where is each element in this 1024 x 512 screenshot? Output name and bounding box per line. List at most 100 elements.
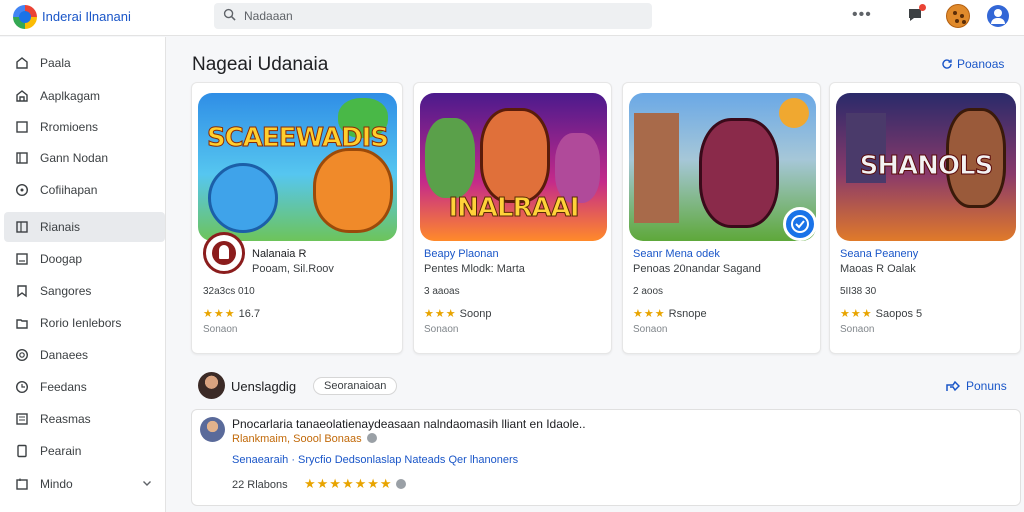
- sidebar-item-cofiihapan[interactable]: Cofiihapan: [4, 175, 165, 205]
- sidebar-item-label: Paala: [40, 56, 71, 70]
- game-card[interactable]: SCAEEWADIS Nalanaia R Pooam, Sil.Roov 32…: [191, 82, 403, 354]
- reviews-link[interactable]: Ponuns: [946, 379, 1007, 393]
- sidebar-item-label: Gann Nodan: [40, 151, 109, 165]
- sidebar-item-rianais[interactable]: Rianais: [4, 212, 165, 242]
- send-icon: [946, 380, 961, 392]
- app-logo[interactable]: [13, 5, 37, 29]
- refresh-icon: [942, 59, 952, 69]
- card-footer: Sonaon: [633, 324, 668, 335]
- see-more-link[interactable]: Poanoas: [941, 57, 1004, 71]
- game-card[interactable]: SHANOLS Seana Peaneny Maoas R Oalak 5II3…: [829, 82, 1021, 354]
- card-rating: ★★★ Saopos 5: [840, 307, 922, 320]
- card-meta: 32a3cs 010: [203, 286, 255, 297]
- sidebar-item-sangores[interactable]: Sangores: [4, 276, 165, 306]
- game-art: SCAEEWADIS: [198, 93, 397, 241]
- star-rating: ★★★: [203, 308, 236, 320]
- list-icon: [16, 413, 28, 425]
- more-dots-icon[interactable]: •••: [852, 6, 872, 24]
- card-title: Seanr Mena odek: [633, 248, 720, 260]
- review-author[interactable]: Rlankmaim, Soool Bonaas: [232, 432, 378, 445]
- game-title-art: SCAEEWADIS: [206, 123, 389, 154]
- review-author-name: Rlankmaim, Soool Bonaas: [232, 433, 362, 445]
- tablet-icon: [16, 253, 28, 265]
- star-rating: ★★★: [424, 308, 457, 320]
- clock-icon: [15, 380, 29, 394]
- card-footer: Sonaon: [424, 324, 459, 335]
- game-card[interactable]: INALRAAI Beapy Plaonan Pentes Mlodk: Mar…: [413, 82, 612, 354]
- star-rating: ★★★: [840, 308, 873, 320]
- card-meta: 3 aaoas: [424, 286, 460, 297]
- sidebar-item-label: Rianais: [40, 220, 81, 234]
- sidebar-item-danaees[interactable]: Danaees: [4, 340, 165, 370]
- sidebar-item-mindo[interactable]: Mindo: [4, 469, 165, 499]
- card-subtitle: Pooam, Sil.Roov: [252, 263, 334, 275]
- info-icon: [366, 433, 377, 443]
- card-title: Seana Peaneny: [840, 248, 919, 260]
- notification-badge: [919, 4, 926, 11]
- calendar-icon: [16, 478, 28, 490]
- folder-icon: [16, 319, 28, 329]
- card-rating: ★★★ Rsnope: [633, 307, 707, 320]
- sidebar-item-rorio-ienlebors[interactable]: Rorio Ienlebors: [4, 308, 165, 338]
- sidebar-item-label: Aaplkagam: [40, 89, 101, 103]
- sidebar-item-label: Mindo: [40, 477, 73, 491]
- sidebar-item-feedans[interactable]: Feedans: [4, 372, 165, 402]
- card-title: Nalanaia R: [252, 248, 307, 260]
- section-title: Uenslagdig: [231, 379, 297, 394]
- search-bar[interactable]: Nadaaan: [214, 3, 652, 29]
- review-text: Pnocarlaria tanaeolatienaydeasaan nalnda…: [232, 417, 586, 431]
- chevron-down-icon[interactable]: [141, 477, 153, 489]
- app-title: Inderai Ilnanani: [42, 9, 131, 24]
- sidebar-item-label: Pearain: [40, 444, 82, 458]
- account-icon[interactable]: [987, 5, 1009, 27]
- card-subtitle: Pentes Mlodk: Marta: [424, 263, 525, 275]
- search-icon: [223, 8, 236, 21]
- home-icon: [16, 57, 28, 69]
- card-footer: Sonaon: [203, 324, 238, 335]
- review-link[interactable]: Senaearaih · Srycfio Dedsonlaslap Natead…: [232, 454, 518, 466]
- card-meta: 5II38 30: [840, 286, 877, 297]
- cookie-icon[interactable]: [946, 4, 970, 28]
- sidebar: Paala Aaplkagam Rromioens Gann Nodan Cof…: [0, 37, 166, 512]
- avatar: [198, 372, 225, 399]
- sidebar-item-doogap[interactable]: Doogap: [4, 244, 165, 274]
- sidebar-item-gann-nodan[interactable]: Gann Nodan: [4, 143, 165, 173]
- filter-chip[interactable]: Seoranaioan: [313, 377, 398, 395]
- reviews-link-label: Ponuns: [966, 379, 1007, 393]
- sidebar-item-label: Rromioens: [40, 120, 99, 134]
- card-meta: 2 aoos: [633, 286, 664, 297]
- sidebar-item-label: Feedans: [40, 380, 87, 394]
- sidebar-item-pearain[interactable]: Pearain: [4, 436, 165, 466]
- game-card[interactable]: Seanr Mena odek Penoas 20nandar Sagand 2…: [622, 82, 821, 354]
- sidebar-item-paala[interactable]: Paala: [4, 48, 165, 78]
- review-date: 22 Rlabons: [232, 479, 288, 491]
- sidebar-item-reasmas[interactable]: Reasmas: [4, 404, 165, 434]
- review-card: Pnocarlaria tanaeolatienaydeasaan nalnda…: [191, 409, 1021, 506]
- sidebar-item-label: Sangores: [40, 284, 92, 298]
- sidebar-item-label: Doogap: [40, 252, 83, 266]
- square-icon: [16, 121, 28, 133]
- notifications-icon[interactable]: [906, 4, 926, 24]
- card-rating: ★★★ Soonp: [424, 307, 491, 320]
- see-more-label: Poanoas: [957, 57, 1005, 71]
- rating-value: Rsnope: [668, 308, 707, 320]
- game-title-art: SHANOLS: [859, 151, 994, 182]
- rating-value: Saopos 5: [875, 308, 923, 320]
- card-rating: ★★★ 16.7: [203, 307, 260, 320]
- review-stars: ★★★★★★★: [304, 476, 407, 492]
- search-input[interactable]: Nadaaan: [244, 9, 293, 23]
- game-art: SHANOLS: [836, 93, 1016, 241]
- avatar: [200, 417, 225, 442]
- info-icon: [395, 479, 406, 489]
- book-icon: [16, 152, 28, 164]
- phone-icon: [17, 444, 27, 458]
- sidebar-item-aaplkagam[interactable]: Aaplkagam: [4, 81, 165, 111]
- sidebar-item-label: Cofiihapan: [40, 183, 98, 197]
- sidebar-item-rromioens[interactable]: Rromioens: [4, 112, 165, 142]
- rating-value: 16.7: [238, 308, 261, 320]
- card-footer: Sonaon: [840, 324, 875, 335]
- columns-icon: [16, 221, 28, 233]
- rating-value: Soonp: [459, 308, 492, 320]
- target-icon: [15, 348, 29, 362]
- apps-icon: [16, 90, 28, 102]
